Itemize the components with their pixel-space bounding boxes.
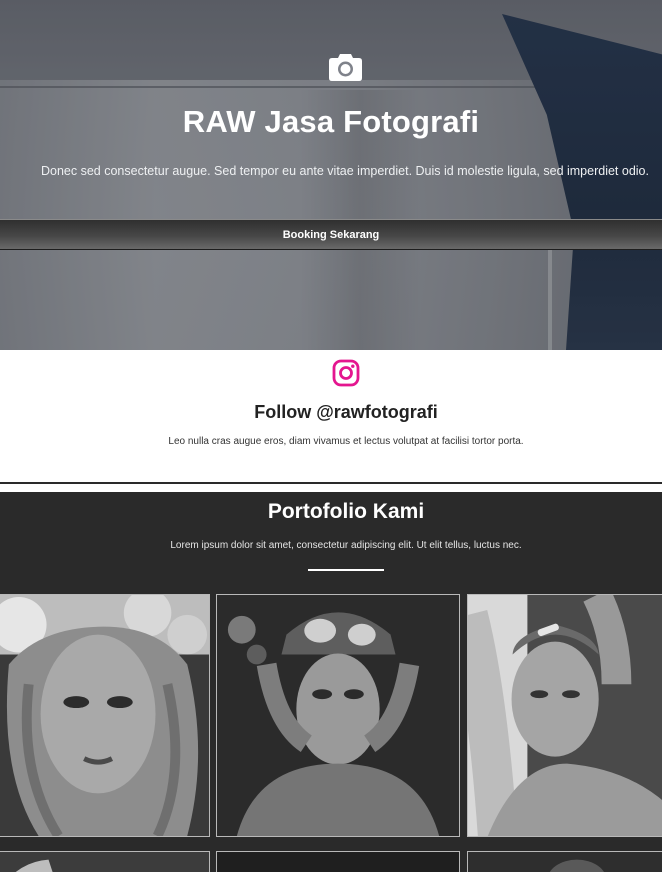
portfolio-title: Portofolio Kami: [267, 500, 425, 523]
instagram-icon[interactable]: [332, 359, 360, 387]
portfolio-photo-row2-2[interactable]: [216, 851, 460, 872]
instagram-section: Follow @rawfotografi Leo nulla cras augu…: [0, 350, 662, 482]
portfolio-title-underline: [308, 569, 384, 571]
hero-title: RAW Jasa Fotografi: [182, 104, 480, 139]
portfolio-section: Portofolio Kami Lorem ipsum dolor sit am…: [0, 492, 662, 872]
instagram-follow-title[interactable]: Follow @rawfotografi: [0, 402, 662, 423]
portfolio-photo-row2-3[interactable]: [467, 851, 662, 872]
portfolio-subtitle: Lorem ipsum dolor sit amet, consectetur …: [170, 540, 522, 551]
section-divider: [0, 482, 662, 484]
portfolio-photo-arm-raised[interactable]: [467, 594, 662, 837]
portfolio-photo-flower-crown[interactable]: [0, 594, 210, 837]
portfolio-photo-beanie[interactable]: [216, 594, 460, 837]
hero-section: RAW Jasa Fotografi Donec sed consectetur…: [0, 0, 662, 350]
portfolio-photo-row2-1[interactable]: [0, 851, 210, 872]
booking-button[interactable]: Booking Sekarang: [0, 219, 662, 250]
instagram-subtitle: Leo nulla cras augue eros, diam vivamus …: [168, 436, 524, 447]
camera-icon: [329, 54, 362, 81]
hero-subtitle: Donec sed consectetur augue. Sed tempor …: [41, 164, 649, 178]
